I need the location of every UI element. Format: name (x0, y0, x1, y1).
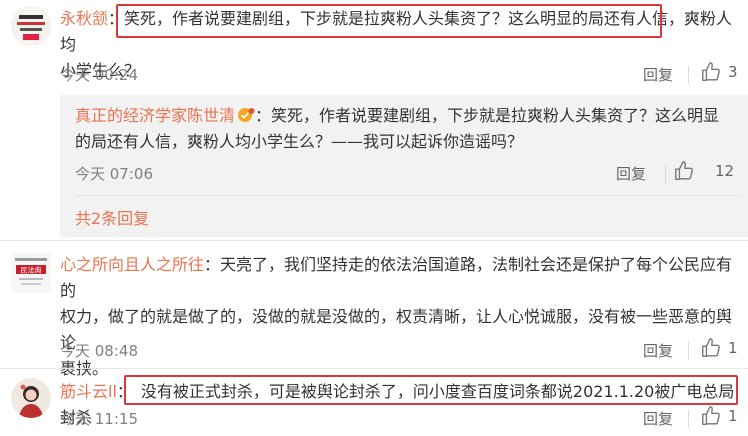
thumbs-up-icon (702, 406, 720, 425)
like-count: 1 (728, 339, 738, 357)
comment-text: 权力，做了的就是做了的，没做的就是没做的，权责清晰，让人心悦诚服，没有被一些恶意… (60, 307, 733, 352)
thumbs-up-icon (702, 62, 720, 81)
colon: ： (116, 382, 133, 401)
comment-time: 今天 00:24 (60, 66, 138, 84)
comment-username[interactable]: 心之所向且人之所往 (60, 255, 204, 274)
like-count: 3 (728, 63, 738, 81)
view-more-replies-link[interactable]: 共2条回复 (75, 205, 149, 229)
comment-text: 没有被正式封杀，可是被舆论封杀了，问小度查百度词条都说2021.1.20被广电总… (60, 382, 735, 427)
comment-text: 笑死，作者说要建剧组，下步就是拉爽粉人头集资了？这么明显的局还有人信， (124, 9, 685, 28)
thumbs-up-icon (702, 338, 720, 357)
reply-thread: 真正的经济学家陈世清 ：笑死，作者说要建剧组，下步就是拉爽粉人头集资了？这么明显 … (60, 95, 748, 237)
divider (665, 165, 666, 183)
reply-button[interactable]: 回复 (616, 163, 646, 184)
reply-text: 笑死，作者说要建剧组，下步就是拉爽粉人头集资了？这么明显 (271, 106, 720, 125)
divider (75, 195, 740, 196)
avatar[interactable] (11, 6, 51, 46)
reply-button[interactable]: 回复 (643, 340, 673, 361)
avatar[interactable]: 民法典 (11, 253, 51, 293)
divider (688, 342, 689, 360)
reply-text: 的局还有人信，爽粉人均小学生么？——我可以起诉你造谣吗？ (75, 132, 524, 151)
reply-button[interactable]: 回复 (643, 408, 673, 429)
divider (688, 410, 689, 428)
colon: ： (108, 9, 125, 28)
like-button[interactable]: 1 (700, 405, 738, 427)
divider (0, 368, 748, 369)
comment-username[interactable]: 永秋颔 (60, 9, 108, 28)
colon: ： (204, 255, 221, 274)
like-count: 12 (715, 162, 735, 180)
reply-button[interactable]: 回复 (643, 64, 673, 85)
avatar-label: 民法典 (21, 266, 42, 275)
like-button[interactable]: 3 (700, 61, 738, 83)
comment-time: 今天 08:48 (60, 342, 138, 360)
divider (688, 66, 689, 84)
like-button[interactable]: 12 (673, 160, 734, 182)
thumbs-up-icon (675, 161, 693, 180)
colon: ： (255, 106, 272, 125)
like-count: 1 (728, 407, 738, 425)
reply-time: 今天 07:06 (75, 165, 153, 183)
verified-badge-icon (237, 105, 255, 122)
comment-username[interactable]: 筋斗云ll (60, 382, 117, 401)
avatar[interactable] (11, 378, 51, 418)
reply-username[interactable]: 真正的经济学家陈世清 (75, 106, 235, 125)
divider (0, 240, 748, 241)
like-button[interactable]: 1 (700, 337, 738, 359)
comment-time: 今天 11:15 (60, 410, 138, 428)
